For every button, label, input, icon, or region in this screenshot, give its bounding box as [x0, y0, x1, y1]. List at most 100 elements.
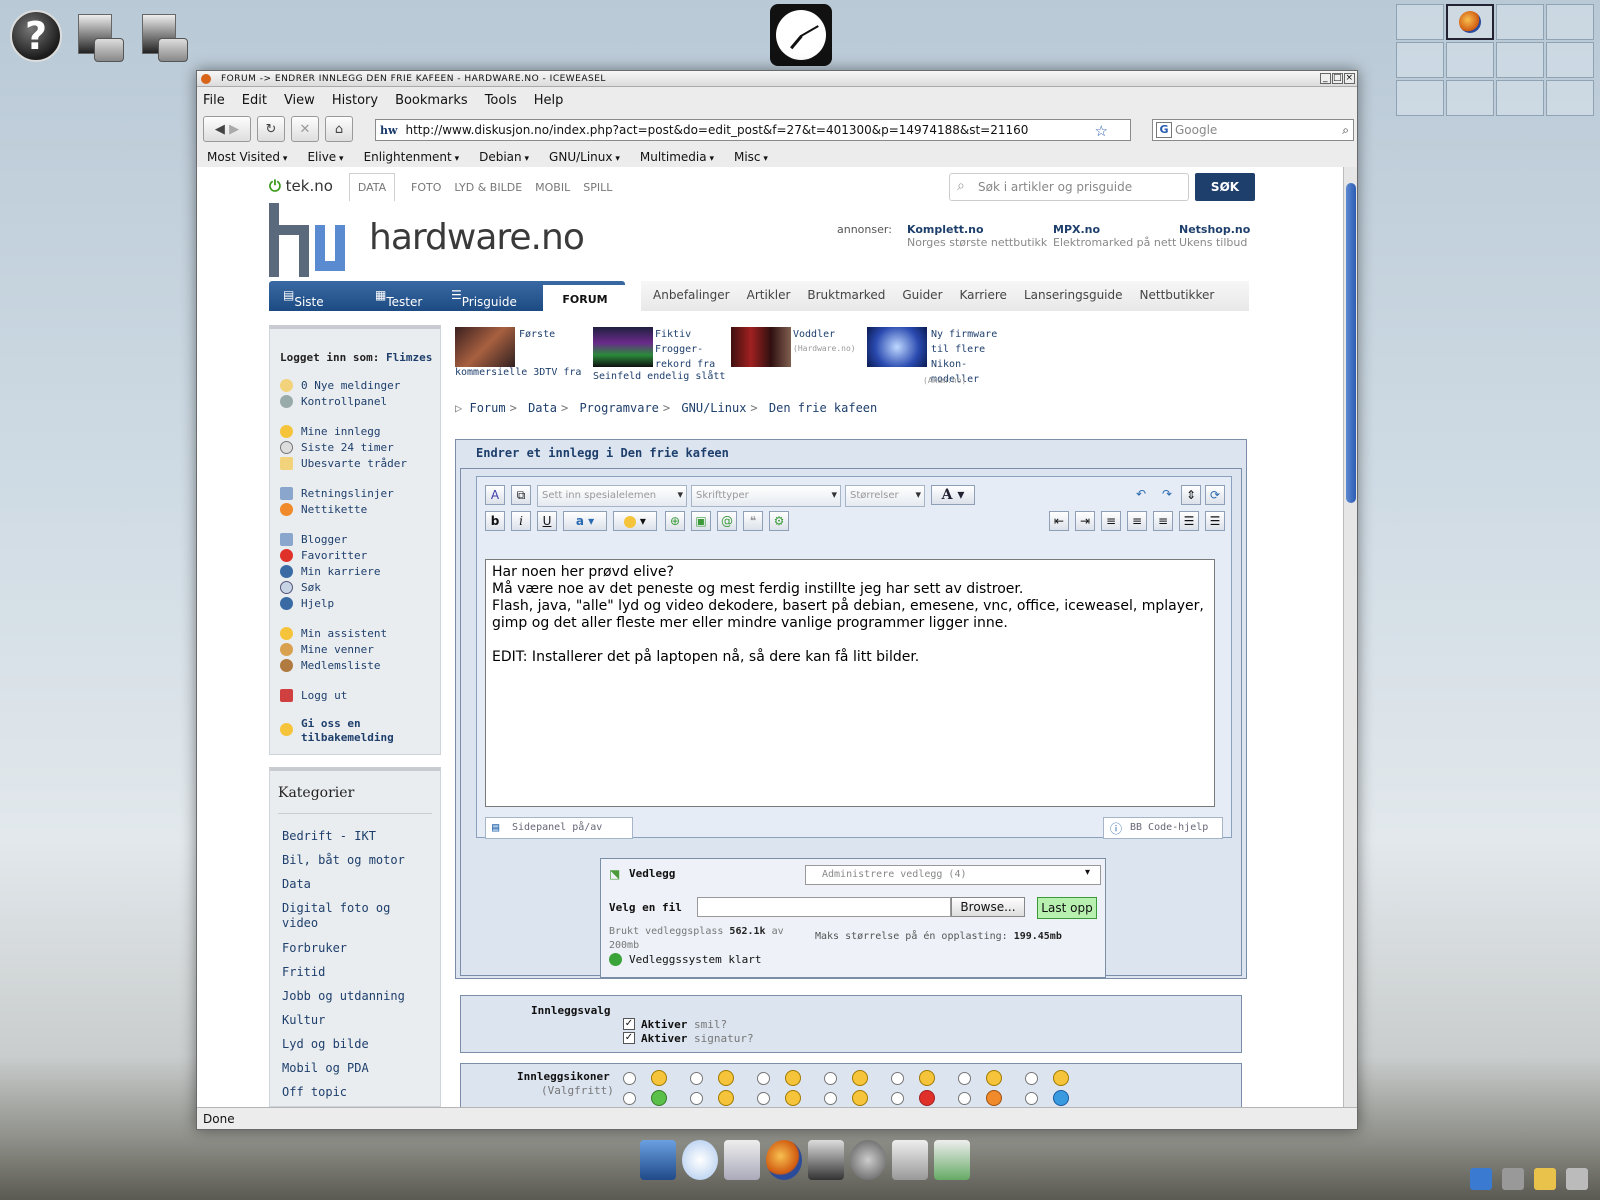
text-color-button[interactable]: a ▾	[563, 511, 607, 531]
post-icon-radio[interactable]	[690, 1072, 703, 1085]
maximize-button[interactable]: □	[1332, 73, 1343, 84]
workspace[interactable]	[1496, 42, 1544, 78]
category-link[interactable]: Kultur	[282, 1013, 432, 1028]
nav-forum[interactable]: FORUM	[543, 285, 627, 311]
post-icon-radio[interactable]	[958, 1072, 971, 1085]
nav-siste-nytt[interactable]: ▤ Siste nytt	[283, 288, 324, 323]
category-link[interactable]: Lyd og bilde	[282, 1037, 432, 1052]
window-titlebar[interactable]: FORUM -> ENDRER INNLEGG DEN FRIE KAFEEN …	[197, 71, 1357, 87]
italic-button[interactable]: i	[511, 511, 531, 531]
breadcrumb-link[interactable]: GNU/Linux	[681, 401, 746, 415]
hardware-logo[interactable]: hardware.no	[269, 199, 585, 281]
tab-lyd-bilde[interactable]: LYD & BILDE	[454, 181, 522, 194]
desktop-pager[interactable]	[1396, 4, 1594, 116]
sidepanel-toggle-button[interactable]: ▤ Sidepanel på/av	[485, 817, 633, 839]
breadcrumb-link[interactable]: Den frie kafeen	[769, 401, 877, 415]
search-bar[interactable]: G Google ⌕	[1152, 119, 1354, 141]
tab-data[interactable]: DATA	[349, 173, 395, 201]
post-icon-radio[interactable]	[623, 1072, 636, 1085]
tek-logo[interactable]: ⏻ tek.no	[269, 177, 333, 195]
ad-mpx[interactable]: MPX.no Elektromarked på nett	[1053, 223, 1176, 249]
music-icon[interactable]	[892, 1140, 928, 1180]
post-icon-radio[interactable]	[824, 1092, 837, 1105]
bookmark-multimedia[interactable]: Multimedia	[640, 150, 714, 164]
sidebar-item-messages[interactable]: 0 Nye meldinger	[280, 379, 400, 392]
enable-signature-checkbox[interactable]: ✓	[623, 1032, 635, 1044]
scrollbar-thumb[interactable]	[1346, 183, 1356, 503]
menu-file[interactable]: File	[203, 93, 225, 108]
files-icon[interactable]	[724, 1140, 760, 1180]
news-title[interactable]: Fiktiv Frogger-rekord fra	[655, 327, 719, 372]
url-bar[interactable]: hw http://www.diskusjon.no/index.php?act…	[375, 119, 1131, 141]
sidebar-item-ubesvarte[interactable]: Ubesvarte tråder	[280, 457, 407, 470]
special-elements-select[interactable]: Sett inn spesialelemen	[537, 485, 687, 507]
menu-tools[interactable]: Tools	[485, 93, 517, 108]
category-link[interactable]: Off topic	[282, 1085, 432, 1100]
camera-desktop-icon[interactable]	[72, 8, 124, 64]
sidebar-item-hjelp[interactable]: Hjelp	[280, 597, 334, 610]
sidebar-item-retningslinjer[interactable]: Retningslinjer	[280, 487, 394, 500]
notes-icon[interactable]	[1534, 1168, 1556, 1190]
news-title[interactable]: kommersielle 3DTV fra	[455, 365, 581, 380]
help-desktop-icon[interactable]: ?	[10, 10, 62, 62]
sidebar-item-sok[interactable]: Søk	[280, 581, 321, 594]
upload-button[interactable]: Last opp	[1037, 897, 1097, 919]
remove-format-icon[interactable]: A	[485, 485, 505, 505]
toggle-view-icon[interactable]: ⧉	[511, 485, 531, 505]
category-link[interactable]: Mobil og PDA	[282, 1061, 432, 1076]
category-link[interactable]: Bedrift - IKT	[282, 829, 432, 844]
site-search-button[interactable]: SØK	[1195, 173, 1255, 201]
code-icon[interactable]: ⚙	[769, 511, 789, 531]
post-icon-radio[interactable]	[891, 1072, 904, 1085]
menu-view[interactable]: View	[284, 93, 315, 108]
sidebar-item-favoritter[interactable]: Favoritter	[280, 549, 367, 562]
download-icon[interactable]	[934, 1140, 970, 1180]
battery-icon[interactable]	[1502, 1168, 1524, 1190]
username[interactable]: Flimzes	[386, 351, 432, 364]
font-select[interactable]: Skrifttyper	[691, 485, 841, 507]
manage-attachments-select[interactable]: Administrere vedlegg (4)	[805, 865, 1101, 885]
file-input[interactable]	[697, 897, 951, 917]
post-icon-radio[interactable]	[690, 1092, 703, 1105]
sidebar-item-venner[interactable]: Mine venner	[280, 643, 374, 656]
nav-karriere[interactable]: Karriere	[960, 288, 1007, 311]
forward-icon[interactable]: ▶	[229, 122, 239, 137]
category-link[interactable]: Forbruker	[282, 941, 432, 956]
insert-email-icon[interactable]: @	[717, 511, 737, 531]
align-right-icon[interactable]: ≡	[1153, 511, 1173, 531]
ordered-list-icon[interactable]: ☰	[1179, 511, 1199, 531]
category-link[interactable]: Bil, båt og motor	[282, 853, 432, 868]
undo-icon[interactable]: ↶	[1131, 485, 1151, 505]
workspace[interactable]	[1446, 42, 1494, 78]
chat-icon[interactable]	[682, 1140, 718, 1180]
nav-nettbutikker[interactable]: Nettbutikker	[1140, 288, 1215, 311]
bookmark-misc[interactable]: Misc	[734, 150, 768, 164]
post-icon-radio[interactable]	[757, 1072, 770, 1085]
post-icon-radio[interactable]	[1025, 1092, 1038, 1105]
bookmark-debian[interactable]: Debian	[479, 150, 529, 164]
post-icon-radio[interactable]	[891, 1092, 904, 1105]
nav-bruktmarked[interactable]: Bruktmarked	[807, 288, 885, 311]
category-link[interactable]: Fritid	[282, 965, 432, 980]
nav-anbefalinger[interactable]: Anbefalinger	[653, 288, 730, 311]
breadcrumb-link[interactable]: Forum	[469, 401, 505, 415]
media-icon[interactable]	[850, 1140, 886, 1180]
sidebar-item-assistent[interactable]: Min assistent	[280, 627, 387, 640]
nav-tester[interactable]: ▦ Tester	[375, 288, 422, 309]
menu-edit[interactable]: Edit	[242, 93, 267, 108]
minimize-button[interactable]: _	[1320, 73, 1331, 84]
unordered-list-icon[interactable]: ☰	[1205, 511, 1225, 531]
camera-icon[interactable]	[808, 1140, 844, 1180]
wifi-icon[interactable]	[1470, 1168, 1492, 1190]
bookmark-enlightenment[interactable]: Enlightenment	[364, 150, 460, 164]
back-forward-button[interactable]: ◀ ▶	[203, 116, 251, 142]
vertical-scrollbar[interactable]	[1343, 167, 1357, 1107]
insert-link-icon[interactable]: ⊕	[665, 511, 685, 531]
news-thumbnail[interactable]	[455, 327, 515, 367]
google-icon[interactable]: G	[1156, 122, 1172, 138]
menu-help[interactable]: Help	[534, 93, 564, 108]
news-thumbnail[interactable]	[731, 327, 791, 367]
ad-netshop[interactable]: Netshop.no Ukens tilbud	[1179, 223, 1250, 249]
sidebar-item-kontrollpanel[interactable]: Kontrollpanel	[280, 395, 387, 408]
browse-button[interactable]: Browse...	[951, 897, 1025, 917]
